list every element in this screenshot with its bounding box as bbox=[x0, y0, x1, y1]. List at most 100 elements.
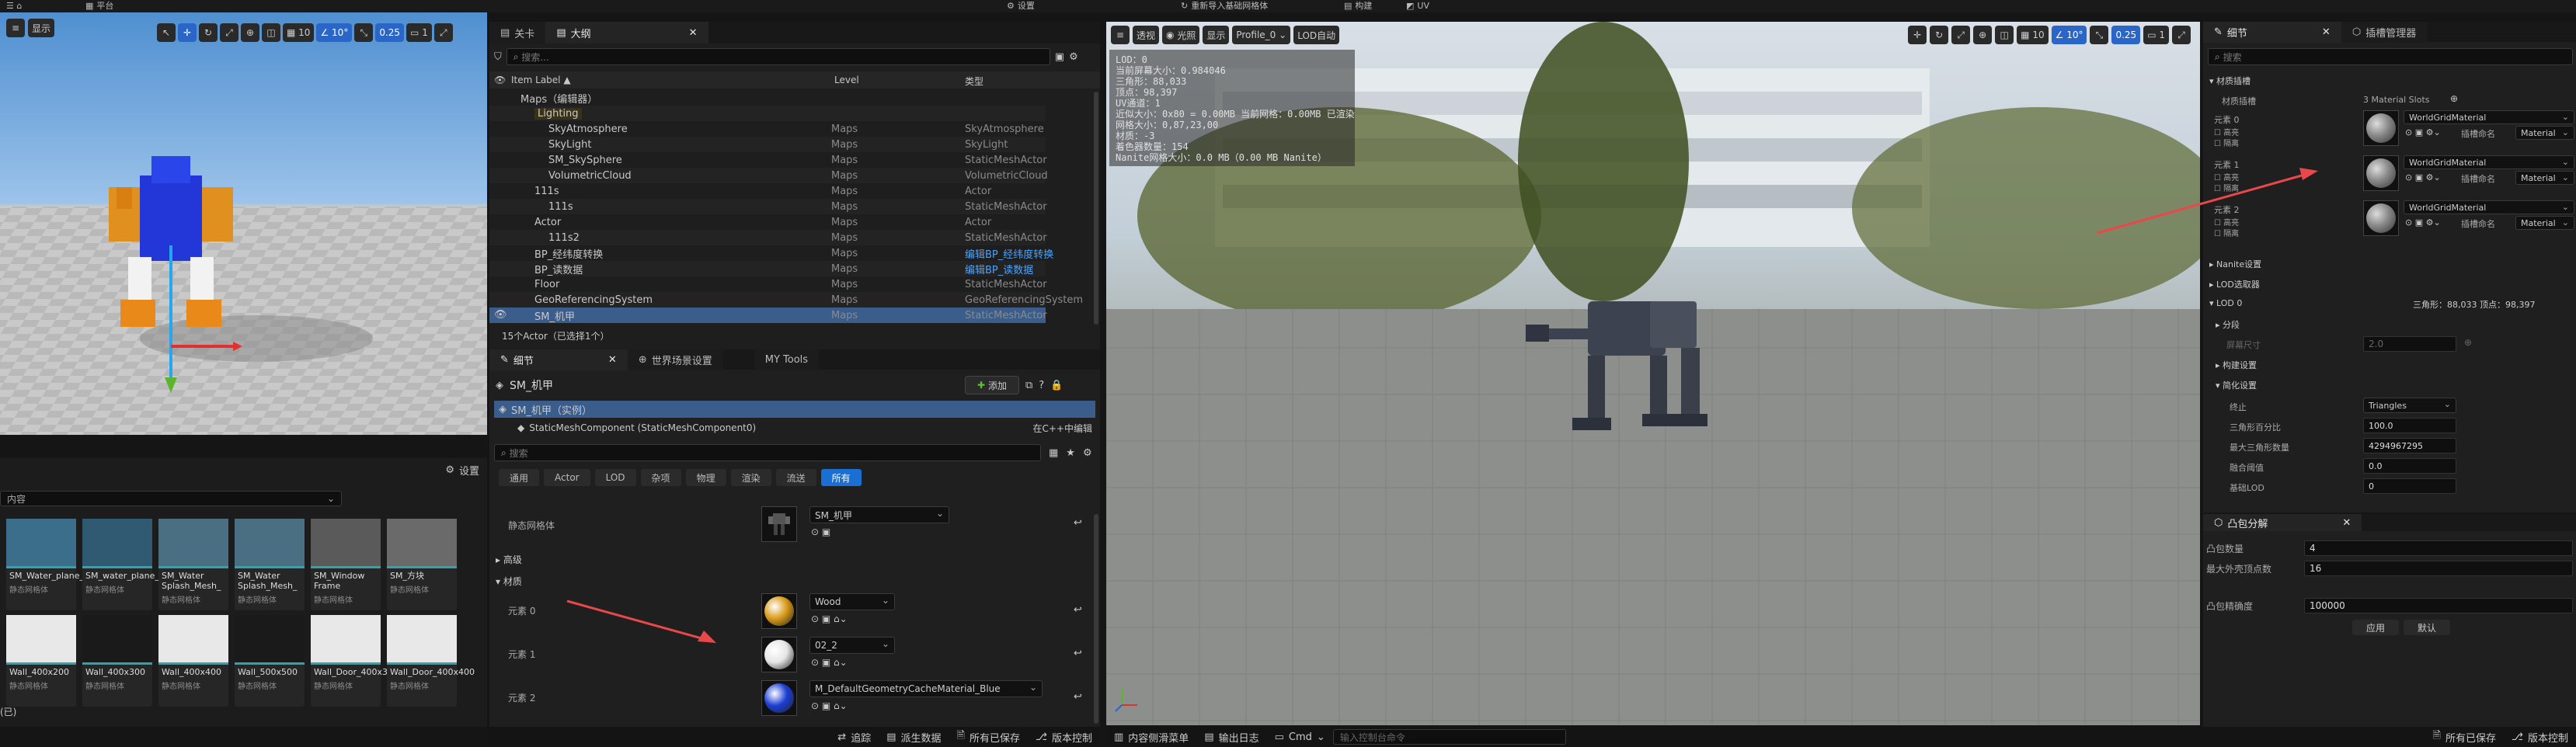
details-settings-icon[interactable]: ⚙ bbox=[1083, 447, 1092, 459]
main-angle-button[interactable]: ∠ 10° bbox=[2051, 26, 2087, 44]
left-viewport[interactable]: ≡ 显示 ↖ ✛ ↻ ⤢ ⊕ ◫ ▦ 10 ∠ 10° ⤡ 0.25 ▭ 1 ⤢ bbox=[0, 12, 487, 435]
slot-highlight-toggle[interactable]: ☐ 高亮 bbox=[2214, 171, 2239, 182]
tab-right-details[interactable]: ✎ 细节 ✕ bbox=[2203, 22, 2341, 43]
slot-material-dropdown[interactable]: WorldGridMaterial bbox=[2404, 110, 2574, 124]
slot-actions[interactable]: ⊙ ▣ ⚙⌄ bbox=[2405, 172, 2441, 182]
outliner-row[interactable]: BP_读数据 Maps 编辑BP_读数据 bbox=[489, 261, 1046, 276]
reimport-button[interactable]: ↻ 重新导入基础网格体 bbox=[1181, 0, 1268, 12]
build-settings-section[interactable]: ▸ 构建设置 bbox=[2216, 359, 2257, 371]
tri-percent-field[interactable]: 100.0 bbox=[2363, 418, 2456, 433]
platform-menu[interactable]: ▦ 平台 bbox=[85, 0, 113, 12]
translate-icon[interactable]: ✛ bbox=[178, 23, 197, 42]
right-version-button[interactable]: ⎇ 版本控制 bbox=[2504, 730, 2576, 745]
max-tri-field[interactable]: 4294967295 bbox=[2363, 438, 2456, 453]
filter-tab[interactable]: LOD bbox=[594, 469, 636, 486]
profile-dropdown[interactable]: Profile_0 ⌄ bbox=[1232, 26, 1291, 44]
close-icon[interactable]: ✕ bbox=[608, 354, 617, 366]
nanite-section[interactable]: ▸ Nanite设置 bbox=[2209, 258, 2261, 270]
main-viewport-menu[interactable]: ≡ bbox=[1111, 26, 1130, 44]
component-row[interactable]: ◆ StaticMeshComponent (StaticMeshCompone… bbox=[494, 419, 1095, 436]
star-icon[interactable]: ★ bbox=[1066, 447, 1075, 459]
filter-tab[interactable]: Actor bbox=[544, 469, 590, 486]
material-slots-section[interactable]: ▾ 材质插槽 bbox=[2209, 75, 2251, 87]
outliner-row[interactable]: SM_SkySphere Maps StaticMeshActor bbox=[489, 152, 1047, 168]
col-level[interactable]: Level bbox=[834, 75, 859, 85]
output-log-button[interactable]: ▤ 输出日志 bbox=[1196, 730, 1266, 745]
edit-cpp-link[interactable]: 在C++中编辑 bbox=[1033, 422, 1093, 435]
slot-material-thumb[interactable] bbox=[2363, 155, 2399, 191]
main-rotate-icon[interactable]: ↻ bbox=[1930, 26, 1949, 44]
precision-field[interactable]: 100000 bbox=[2304, 598, 2573, 613]
instance-row[interactable]: ◈ SM_机甲（实例） bbox=[494, 401, 1095, 418]
menu-icon[interactable]: ☰ ⌂ bbox=[6, 0, 22, 12]
lit-button[interactable]: ◉ 光照 bbox=[1162, 26, 1200, 44]
filter-tab[interactable]: 所有 bbox=[820, 469, 862, 486]
add-slot-icon[interactable]: ⊕ bbox=[2450, 93, 2458, 104]
terminate-dropdown[interactable]: Triangles bbox=[2363, 398, 2456, 413]
uv-menu[interactable]: ◩ UV bbox=[1406, 0, 1429, 12]
material-dropdown[interactable]: Wood bbox=[809, 593, 895, 610]
blueprint-icon[interactable]: ⧉ bbox=[1025, 380, 1032, 391]
asset-tile[interactable]: Wall_500x500 静态网格体 bbox=[235, 615, 305, 707]
angle-snap-button[interactable]: ∠ 10° bbox=[316, 23, 353, 42]
outliner-row[interactable]: 111s Maps StaticMeshActor bbox=[489, 199, 1047, 214]
trace-button[interactable]: ⇄ 追踪 bbox=[830, 730, 879, 745]
saved-button[interactable]: 🗎 所有已保存 bbox=[949, 728, 1028, 745]
viewport-menu-button[interactable]: ≡ bbox=[6, 19, 25, 37]
content-filter-dropdown[interactable]: 内容 ⌄ bbox=[0, 491, 342, 506]
outliner-row[interactable]: BP_经纬度转换 Maps 编辑BP_经纬度转换 bbox=[489, 245, 1053, 261]
asset-tile[interactable]: SM_water_plane_2 静态网格体 bbox=[82, 519, 165, 610]
material-thumbnail[interactable] bbox=[761, 593, 797, 629]
static-mesh-thumb[interactable] bbox=[761, 506, 797, 542]
close-icon[interactable]: ✕ bbox=[2342, 517, 2351, 529]
asset-tile[interactable]: SM_Window Frame 静态网格体 bbox=[311, 519, 381, 610]
world-icon[interactable]: ⊕ bbox=[241, 23, 259, 42]
slot-actions[interactable]: ⊙ ▣ ⚙⌄ bbox=[2405, 127, 2441, 137]
outliner-item-type[interactable]: 编辑BP_经纬度转换 bbox=[965, 246, 1053, 261]
tab-details[interactable]: ✎ 细节 ✕ bbox=[489, 349, 628, 370]
slot-isolate-toggle[interactable]: ☐ 隔离 bbox=[2214, 227, 2239, 238]
filter-tab[interactable]: 杂项 bbox=[640, 469, 681, 486]
reset-icon[interactable]: ↩ bbox=[1074, 517, 1082, 529]
material-actions[interactable]: ⊙ ▣ ⌂⌄ bbox=[811, 700, 848, 711]
slot-material-dropdown[interactable]: WorldGridMaterial bbox=[2404, 200, 2574, 214]
maximize-icon[interactable]: ⤢ bbox=[433, 23, 453, 42]
lod-picker-section[interactable]: ▸ LOD选取器 bbox=[2209, 278, 2260, 290]
scale-snap-icon[interactable]: ⤡ bbox=[354, 23, 374, 42]
outliner-search-input[interactable]: ⌕ 搜索... bbox=[506, 48, 1050, 65]
asset-tile[interactable]: SM_Water Splash_Mesh_ 静态网格体 bbox=[158, 519, 228, 610]
filter-tab[interactable]: 渲染 bbox=[730, 469, 771, 486]
main-camera-button[interactable]: ▭ 1 bbox=[2143, 26, 2169, 44]
outliner-row[interactable]: GeoReferencingSystem Maps GeoReferencingSy… bbox=[489, 292, 1083, 307]
settings-menu[interactable]: ⚙ 设置 bbox=[1007, 0, 1035, 12]
materials-section[interactable]: ▾ 材质 bbox=[496, 575, 522, 588]
lod0-section[interactable]: ▾ LOD 0 bbox=[2209, 298, 2242, 308]
asset-tile[interactable]: Wall_400x200 静态网格体 bbox=[6, 615, 76, 707]
slot-highlight-toggle[interactable]: ☐ 高亮 bbox=[2214, 216, 2239, 228]
rotate-icon[interactable]: ↻ bbox=[199, 23, 218, 42]
cmd-dropdown[interactable]: ▭ Cmd ⌄ bbox=[1267, 731, 1333, 743]
filter-tab[interactable]: 通用 bbox=[499, 469, 540, 486]
reset-icon[interactable]: ↩ bbox=[1074, 648, 1082, 659]
outliner-row[interactable]: 👁 SM_机甲 Maps StaticMeshActor bbox=[489, 307, 1047, 323]
main-maximize-icon[interactable]: ⤢ bbox=[2172, 26, 2191, 44]
hull-count-field[interactable]: 4 bbox=[2304, 540, 2573, 556]
camera-speed-button[interactable]: ▭ 1 bbox=[406, 23, 432, 42]
slot-isolate-toggle[interactable]: ☐ 隔离 bbox=[2214, 182, 2239, 193]
material-actions[interactable]: ⊙ ▣ ⌂⌄ bbox=[811, 613, 848, 624]
col-type[interactable]: 类型 bbox=[965, 75, 983, 88]
advanced-section[interactable]: ▸ 高级 bbox=[496, 553, 522, 566]
outliner-item-type[interactable]: 编辑BP_读数据 bbox=[965, 262, 1033, 276]
slot-actions[interactable]: ⊙ ▣ ⚙⌄ bbox=[2405, 217, 2441, 228]
screen-size-add-icon[interactable]: ⊕ bbox=[2464, 337, 2472, 348]
outliner-row[interactable]: Maps（编辑器） bbox=[489, 90, 1046, 106]
visibility-icon[interactable]: 👁 bbox=[494, 75, 506, 85]
tab-socket-manager[interactable]: ⬡ 插槽管理器 bbox=[2341, 22, 2428, 43]
outliner-row[interactable]: 111s2 Maps StaticMeshActor bbox=[489, 230, 1047, 245]
col-item-label[interactable]: Item Label ▲ bbox=[511, 75, 571, 85]
static-mesh-actions[interactable]: ⊙ ▣ bbox=[811, 526, 830, 537]
outliner-scrollbar[interactable] bbox=[1094, 92, 1098, 325]
asset-tile[interactable]: Wall_Door_400x300 静态网格体 bbox=[311, 615, 399, 707]
build-menu[interactable]: ▤ 构建 bbox=[1344, 0, 1372, 12]
tab-world-settings[interactable]: ⊕ 世界场景设置 bbox=[627, 349, 723, 370]
